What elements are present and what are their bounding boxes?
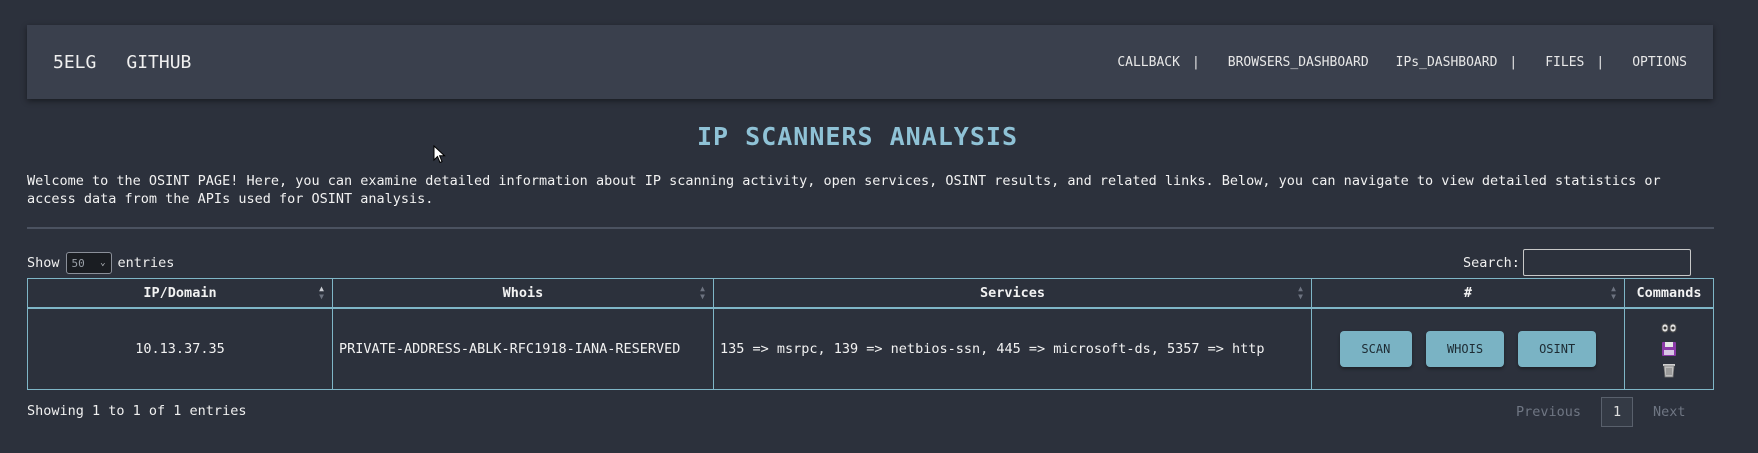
nav-ips-dashboard[interactable]: IPs_DASHBOARD [1396,55,1498,70]
table-row: 10.13.37.35 PRIVATE-ADDRESS-ABLK-RFC1918… [27,307,1714,390]
cell-actions: SCAN WHOIS OSINT [1311,307,1625,390]
search-input[interactable] [1522,249,1691,276]
sort-icon: ▲ ▼ [1611,284,1616,301]
whois-button[interactable]: WHOIS [1426,331,1504,367]
cell-ip: 10.13.37.35 [27,307,333,390]
col-whois[interactable]: Whois ▲ ▼ [332,278,714,309]
view-icon[interactable] [1661,320,1677,336]
search-control: Search: [1463,249,1691,276]
col-hash[interactable]: # ▲ ▼ [1311,278,1625,309]
col-commands: Commands [1624,278,1714,309]
trash-icon[interactable] [1661,362,1677,378]
col-services[interactable]: Services ▲ ▼ [713,278,1312,309]
nav-callback[interactable]: CALLBACK [1117,55,1180,70]
nav-browsers-dashboard[interactable]: BROWSERS_DASHBOARD [1228,55,1369,70]
page-button[interactable]: 1 [1601,397,1634,427]
show-label: Show [27,255,60,271]
brand: 5ELG GITHUB [53,52,191,73]
page-title: IP SCANNERS ANALYSIS [696,122,1019,151]
col-ip-domain[interactable]: IP/Domain ▲ ▼ [27,278,333,309]
save-icon[interactable] [1661,341,1677,357]
entries-control: Show 50 ⌄ entries [27,252,174,274]
ip-table: IP/Domain ▲ ▼ Whois ▲ ▼ Services ▲ ▼ # ▲ ▼ C… [27,278,1714,390]
entries-label: entries [117,255,175,271]
cell-whois: PRIVATE-ADDRESS-ABLK-RFC1918-IANA-RESERV… [332,307,714,390]
nav-separator: | [1596,54,1605,70]
cell-services: 135 => msrpc, 139 => netbios-ssn, 445 =>… [713,307,1312,390]
github-link[interactable]: GITHUB [126,52,191,73]
pagination: Previous 1 Next [1516,397,1686,427]
intro-text: Welcome to the OSINT PAGE! Here, you can… [27,173,1661,207]
nav-options[interactable]: OPTIONS [1632,55,1687,70]
sort-icon: ▲ ▼ [700,284,705,301]
chevron-down-icon: ⌄ [100,258,106,268]
table-info: Showing 1 to 1 of 1 entries [27,403,247,419]
brand-link[interactable]: 5ELG [53,52,96,73]
cell-commands [1624,307,1714,390]
scan-button[interactable]: SCAN [1339,331,1412,367]
divider [27,227,1714,229]
navbar: 5ELG GITHUB CALLBACK | BROWSERS_DASHBOAR… [27,25,1713,99]
osint-button[interactable]: OSINT [1518,331,1597,367]
sort-icon: ▲ ▼ [1298,284,1303,301]
nav-separator: | [1509,54,1518,70]
nav-links: CALLBACK | BROWSERS_DASHBOARD IPs_DASHBO… [1117,55,1687,70]
search-label: Search: [1463,254,1520,271]
next-button[interactable]: Next [1653,404,1686,420]
nav-files[interactable]: FILES [1545,55,1584,70]
nav-separator: | [1191,54,1200,70]
entries-select[interactable]: 50 ⌄ [65,252,112,274]
previous-button[interactable]: Previous [1516,404,1581,420]
sort-icon: ▲ ▼ [319,284,324,301]
mouse-cursor-icon [433,145,446,164]
entries-value: 50 [71,256,85,270]
table-header-row: IP/Domain ▲ ▼ Whois ▲ ▼ Services ▲ ▼ # ▲ ▼ C… [27,278,1714,309]
